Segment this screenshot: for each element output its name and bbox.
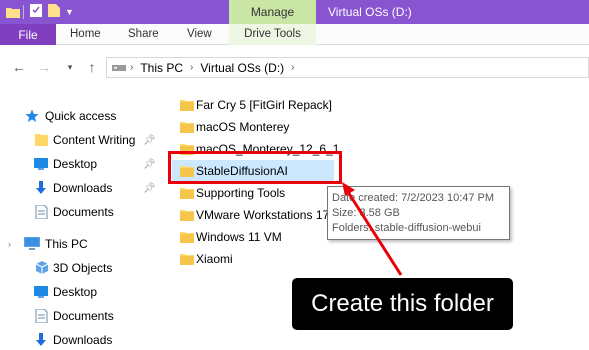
- sidebar-item-quick-access[interactable]: Quick access: [0, 105, 160, 127]
- title-bar: ▼ Manage Virtual OSs (D:): [0, 0, 589, 24]
- folder-icon: [180, 99, 194, 111]
- sidebar-item-desktop[interactable]: Desktop 📌︎: [0, 153, 160, 175]
- folder-name: VMware Workstations 17: [196, 208, 330, 222]
- tab-drive-tools[interactable]: Drive Tools: [229, 24, 316, 45]
- folder-name: Supporting Tools: [196, 186, 286, 200]
- folder-icon: [35, 133, 51, 147]
- folder-icon[interactable]: [6, 6, 20, 18]
- document-icon: [35, 308, 51, 324]
- new-folder-icon[interactable]: [48, 4, 60, 20]
- cube-icon: [35, 261, 51, 275]
- folder-name: macOS Monterey: [196, 120, 290, 134]
- download-icon: [34, 333, 50, 347]
- up-arrow-icon[interactable]: ↑: [85, 60, 99, 74]
- recent-locations-chevron-icon[interactable]: ▾: [63, 60, 77, 74]
- folder-icon: [180, 231, 194, 243]
- folder-name: Far Cry 5 [FitGirl Repack]: [196, 98, 333, 112]
- tab-home[interactable]: Home: [70, 24, 101, 45]
- tooltip-date-created: Date created: 7/2/2023 10:47 PM: [332, 192, 495, 204]
- folder-name: Windows 11 VM: [196, 230, 282, 244]
- divider: [23, 5, 24, 19]
- pin-icon[interactable]: 📌︎: [143, 159, 156, 170]
- drive-icon: [112, 61, 126, 75]
- sidebar-item-label: Downloads: [53, 181, 113, 195]
- sidebar-item-label: 3D Objects: [53, 261, 113, 275]
- folder-tooltip: Date created: 7/2/2023 10:47 PM Size: 3.…: [327, 186, 510, 240]
- folder-icon: [180, 209, 194, 221]
- manage-tab[interactable]: Manage: [229, 0, 316, 24]
- star-icon: [25, 109, 41, 123]
- navigation-bar: ← → ▾ ↑ › This PC › Virtual OSs (D:) ›: [0, 46, 589, 90]
- pin-icon[interactable]: 📌︎: [143, 183, 156, 194]
- tooltip-folders: Folders: stable-diffusion-webui: [332, 222, 481, 234]
- pin-icon[interactable]: 📌︎: [143, 135, 156, 146]
- annotation-callout: Create this folder: [292, 278, 513, 330]
- customize-toolbar-icon[interactable]: ▼: [65, 7, 74, 17]
- list-item[interactable]: Far Cry 5 [FitGirl Repack]: [172, 94, 372, 116]
- chevron-right-icon[interactable]: ›: [8, 239, 11, 249]
- highlight-box: [168, 151, 342, 184]
- sidebar-item-desktop[interactable]: Desktop: [0, 281, 160, 303]
- tab-view[interactable]: View: [187, 24, 212, 45]
- sidebar-item-downloads[interactable]: Downloads 📌︎: [0, 177, 160, 199]
- tooltip-size: Size: 3.58 GB: [332, 207, 400, 219]
- window-title: Virtual OSs (D:): [328, 5, 412, 19]
- sidebar-item-label: Downloads: [53, 333, 113, 347]
- folder-name: Xiaomi: [196, 252, 233, 266]
- sidebar-item-label: Quick access: [45, 109, 117, 123]
- folder-icon: [180, 253, 194, 265]
- desktop-icon: [34, 157, 50, 171]
- properties-icon[interactable]: [30, 4, 42, 20]
- tab-share[interactable]: Share: [128, 24, 159, 45]
- desktop-icon: [34, 285, 50, 299]
- tab-file[interactable]: File: [0, 24, 56, 45]
- sidebar-item-label: This PC: [45, 237, 88, 251]
- breadcrumb-drive[interactable]: Virtual OSs (D:): [200, 61, 284, 75]
- quick-access-toolbar: ▼: [0, 0, 74, 24]
- forward-arrow-icon[interactable]: →: [37, 60, 51, 74]
- sidebar-item-label: Desktop: [53, 157, 98, 171]
- computer-icon: [24, 237, 40, 251]
- ribbon-tabs: File Home Share View Drive Tools: [0, 24, 589, 45]
- folder-icon: [180, 187, 194, 199]
- back-arrow-icon[interactable]: ←: [12, 60, 26, 74]
- breadcrumb-this-pc[interactable]: This PC: [140, 61, 183, 75]
- chevron-right-icon[interactable]: ›: [291, 62, 294, 73]
- chevron-right-icon[interactable]: ›: [130, 62, 133, 73]
- sidebar-item-content-writing[interactable]: Content Writing 📌︎: [0, 129, 160, 151]
- sidebar-item-label: Documents: [53, 205, 114, 219]
- address-bar[interactable]: › This PC › Virtual OSs (D:) ›: [106, 57, 589, 78]
- sidebar-item-label: Content Writing: [53, 133, 136, 147]
- download-icon: [34, 181, 50, 195]
- sidebar-item-documents[interactable]: Documents: [0, 305, 160, 327]
- list-item[interactable]: macOS Monterey: [172, 116, 372, 138]
- sidebar-item-this-pc[interactable]: › This PC: [0, 233, 160, 255]
- chevron-right-icon[interactable]: ›: [190, 62, 193, 73]
- sidebar-item-3d-objects[interactable]: 3D Objects: [0, 257, 160, 279]
- folder-icon: [180, 121, 194, 133]
- sidebar-item-downloads[interactable]: Downloads: [0, 329, 160, 350]
- navigation-pane: Quick access Content Writing 📌︎ Desktop …: [0, 94, 160, 350]
- list-item[interactable]: Xiaomi: [172, 248, 372, 270]
- sidebar-item-label: Desktop: [53, 285, 98, 299]
- sidebar-item-documents[interactable]: Documents: [0, 201, 160, 223]
- sidebar-item-label: Documents: [53, 309, 114, 323]
- document-icon: [35, 204, 51, 220]
